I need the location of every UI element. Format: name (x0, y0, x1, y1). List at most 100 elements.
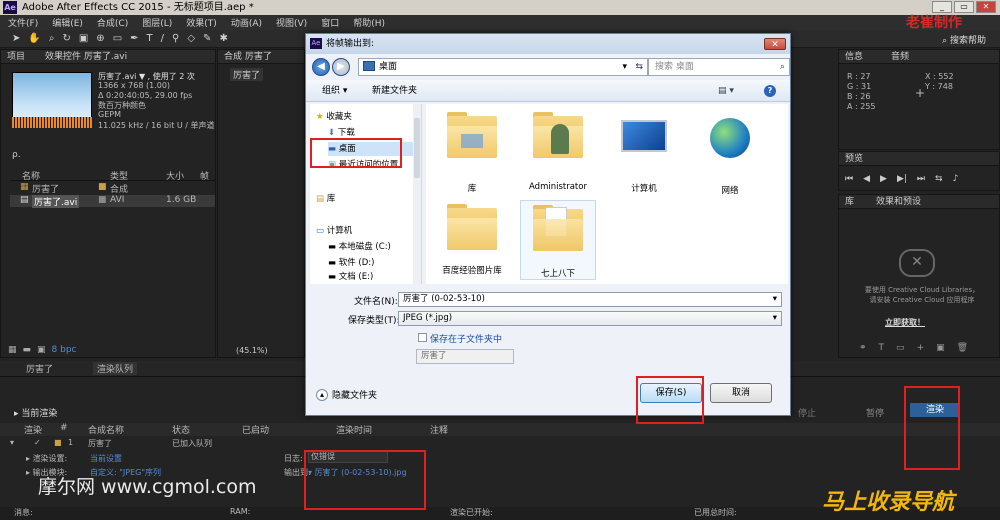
selection-tool-icon[interactable]: ➤ (12, 33, 20, 44)
hide-folders-toggle[interactable]: ▴ 隐藏文件夹 (316, 388, 377, 401)
rectangle-tool-icon[interactable]: ▭ (113, 33, 122, 44)
get-now-link[interactable]: 立即获取！ (885, 317, 925, 328)
tab-preview[interactable]: 预览 (845, 154, 863, 164)
subfolder-checkbox[interactable] (418, 333, 427, 342)
filetype-select[interactable]: JPEG (*.jpg) ▾ (398, 311, 782, 326)
file-item[interactable]: 计算机 (606, 112, 682, 194)
render-settings-value[interactable]: 当前设置 (90, 453, 122, 464)
link-icon[interactable]: ⚭ (859, 343, 867, 353)
filename-input[interactable]: 厉害了 (0-02-53-10) ▾ (398, 292, 782, 307)
col-comp-name[interactable]: 合成名称 (88, 423, 124, 436)
table-row[interactable]: ▦ 厉害了 ■ 合成 (10, 182, 215, 195)
col-name[interactable]: 名称 (22, 169, 40, 182)
organize-button[interactable]: 组织 ▾ (322, 80, 347, 102)
color-icon[interactable]: ▭ (896, 343, 905, 353)
pen-tool-icon[interactable]: ✒ (130, 33, 138, 44)
tab-composition[interactable]: 合成 厉害了 (224, 52, 272, 62)
col-render[interactable]: 渲染 (24, 423, 42, 436)
render-item-row[interactable]: ▾ ✓ ■ 1 厉害了 已加入队列 (0, 438, 1000, 450)
new-comp-icon[interactable]: ▣ (37, 345, 46, 355)
nav-local-disk[interactable]: ▬ 本地磁盘 (C:) (328, 240, 391, 254)
folder-icon[interactable]: ▬ (23, 345, 32, 355)
menu-view[interactable]: 视图(V) (276, 16, 307, 29)
trash-icon[interactable]: 🗑 (957, 343, 968, 353)
file-item[interactable]: 百度经验图片库 (434, 204, 510, 276)
text-icon[interactable]: T (879, 343, 885, 353)
col-render-time[interactable]: 渲染时间 (336, 423, 372, 436)
text-tool-icon[interactable]: T (147, 33, 153, 44)
file-item[interactable]: 库 (434, 112, 510, 194)
add-icon[interactable]: + (917, 343, 925, 353)
pan-behind-tool-icon[interactable]: ⊕ (96, 33, 104, 44)
dialog-close-icon[interactable]: ✕ (764, 38, 786, 50)
refresh-icon[interactable]: ⇆ (635, 59, 643, 75)
cancel-button[interactable]: 取消 (710, 383, 772, 403)
eraser-tool-icon[interactable]: ◇ (187, 33, 195, 44)
new-folder-button[interactable]: 新建文件夹 (372, 80, 417, 102)
view-icon[interactable]: ▤ ▾ (718, 80, 734, 102)
menu-animation[interactable]: 动画(A) (231, 16, 262, 29)
col-comment[interactable]: 注释 (430, 423, 448, 436)
menu-effect[interactable]: 效果(T) (186, 16, 217, 29)
stop-button[interactable]: 停止 (798, 406, 816, 419)
clone-tool-icon[interactable]: ⚲ (172, 33, 179, 44)
forward-icon[interactable]: ▶ (332, 58, 350, 76)
menu-file[interactable]: 文件(F) (8, 16, 38, 29)
pause-button[interactable]: 暂停 (866, 406, 884, 419)
search-help[interactable]: ⌕ 搜索帮助 (942, 33, 986, 46)
back-icon[interactable]: ◀ (312, 58, 330, 76)
col-size[interactable]: 大小 (166, 169, 184, 182)
roto-tool-icon[interactable]: ✎ (203, 33, 211, 44)
dialog-search-input[interactable]: 搜索 桌面 ⌕ (648, 58, 790, 76)
interpret-icon[interactable]: ▦ (8, 345, 17, 355)
col-started[interactable]: 已启动 (242, 423, 269, 436)
first-frame-icon[interactable]: ⏮ (845, 174, 853, 184)
tab-effect-controls[interactable]: 效果控件 厉害了.avi (45, 50, 127, 63)
next-frame-icon[interactable]: ▶| (897, 174, 907, 184)
file-item[interactable]: 网络 (692, 112, 768, 196)
close-icon[interactable]: ✕ (976, 1, 996, 13)
nav-scrollbar[interactable] (413, 104, 421, 284)
expand-icon[interactable]: ▾ (10, 438, 14, 447)
tab-effects-presets[interactable]: 效果和预设 (876, 195, 921, 208)
tab-audio[interactable]: 音频 (891, 50, 909, 63)
help-icon[interactable]: ? (764, 85, 776, 97)
table-row[interactable]: ▤ 厉害了.avi ■ AVI 1.6 GB (10, 195, 215, 208)
col-status[interactable]: 状态 (172, 423, 190, 436)
zoom-tool-icon[interactable]: ⌕ (49, 33, 55, 44)
loop-icon[interactable]: ⇆ (935, 174, 943, 184)
tab-project[interactable]: 项目 (7, 50, 25, 63)
address-box[interactable]: 桌面 ▾ ⇆ (358, 58, 648, 76)
tab-library[interactable]: 库 (845, 195, 854, 208)
menu-edit[interactable]: 编辑(E) (52, 16, 83, 29)
tab-timeline[interactable]: 厉害了 (26, 362, 53, 375)
prev-frame-icon[interactable]: ◀ (863, 174, 870, 184)
play-icon[interactable]: ▶ (880, 174, 887, 184)
comp-subtab[interactable]: 厉害了 (230, 68, 264, 81)
bpc-label[interactable]: 8 bpc (52, 345, 77, 355)
last-frame-icon[interactable]: ⏭ (917, 174, 925, 184)
menu-help[interactable]: 帮助(H) (353, 16, 385, 29)
nav-libraries[interactable]: ▤ 库 (316, 192, 335, 206)
project-search[interactable]: ρ. (12, 150, 21, 160)
subfolder-input[interactable]: 厉害了 (416, 349, 514, 364)
tab-render-queue[interactable]: 渲染队列 (93, 362, 138, 375)
cc-icon[interactable]: ▣ (936, 343, 945, 353)
file-item[interactable]: 七上八下 (520, 200, 596, 280)
subfolder-label[interactable]: 保存在子文件夹中 (430, 332, 502, 345)
zoom-level[interactable]: (45.1%) (236, 346, 268, 355)
chevron-down-icon[interactable]: ▾ (773, 312, 777, 325)
nav-docs[interactable]: ▬ 文档 (E:) (328, 270, 373, 282)
hand-tool-icon[interactable]: ✋ (28, 33, 40, 44)
dropdown-icon[interactable]: ▾ (622, 59, 627, 75)
col-type[interactable]: 类型 (110, 169, 128, 182)
rotate-tool-icon[interactable]: ↻ (62, 33, 70, 44)
menu-composition[interactable]: 合成(C) (97, 16, 128, 29)
nav-software[interactable]: ▬ 软件 (D:) (328, 256, 374, 270)
brush-tool-icon[interactable]: / (161, 33, 164, 44)
render-checkbox[interactable]: ✓ (34, 438, 41, 447)
menu-window[interactable]: 窗口 (321, 16, 339, 29)
camera-tool-icon[interactable]: ▣ (79, 33, 88, 44)
audio-toggle-icon[interactable]: ♪ (953, 174, 959, 184)
col-number[interactable]: # (60, 423, 68, 433)
